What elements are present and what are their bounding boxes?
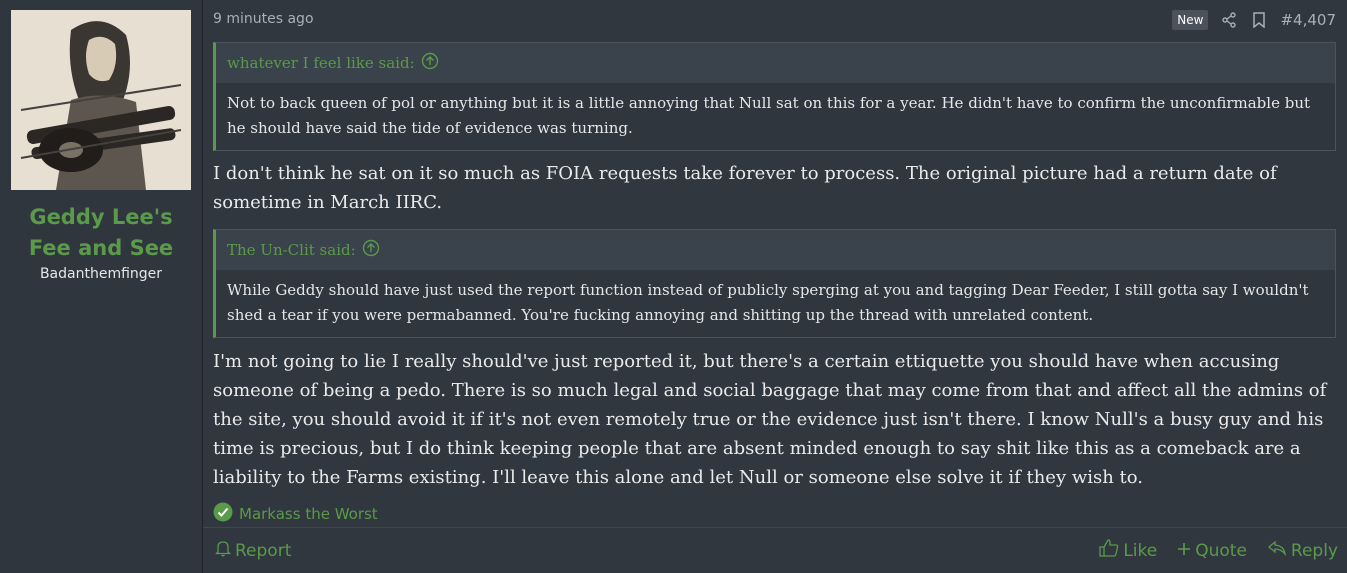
post-timestamp[interactable]: 9 minutes ago [213, 11, 314, 27]
reaction-bar[interactable]: Markass the Worst [213, 502, 1347, 526]
share-icon[interactable] [1220, 11, 1238, 29]
quote-block: The Un-Clit said: While Geddy should hav… [213, 229, 1336, 338]
post-header: 9 minutes ago New #4,407 [203, 0, 1347, 42]
quote-header[interactable]: whatever I feel like said: [216, 43, 1335, 83]
post-actions: Like Quote Reply [1099, 539, 1338, 562]
quote-author[interactable]: The Un-Clit said: [227, 241, 356, 259]
quote-header[interactable]: The Un-Clit said: [216, 230, 1335, 270]
checkmark-circle-icon [213, 502, 233, 526]
quote-text: While Geddy should have just used the re… [216, 270, 1335, 337]
post-main: 9 minutes ago New #4,407 whatever I feel… [203, 0, 1347, 573]
like-label: Like [1123, 540, 1158, 561]
bookmark-icon[interactable] [1250, 11, 1268, 29]
bell-icon [214, 539, 232, 562]
post-number[interactable]: #4,407 [1280, 11, 1336, 29]
quote-label: Quote [1195, 540, 1247, 561]
quote-button[interactable]: Quote [1177, 539, 1247, 562]
report-label: Report [235, 540, 292, 561]
post-header-actions: New #4,407 [1172, 10, 1336, 30]
arrow-up-circle-icon[interactable] [362, 239, 380, 261]
username[interactable]: Geddy Lee's Fee and See [6, 202, 196, 264]
quote-text: Not to back queen of pol or anything but… [216, 83, 1335, 150]
arrow-up-circle-icon[interactable] [421, 52, 439, 74]
post-message-paragraph: I don't think he sat on it so much as FO… [213, 163, 1277, 213]
forum-post: Geddy Lee's Fee and See Badanthemfinger … [0, 0, 1347, 573]
report-button[interactable]: Report [214, 539, 292, 562]
user-sidebar: Geddy Lee's Fee and See Badanthemfinger [0, 0, 203, 573]
user-title: Badanthemfinger [39, 266, 163, 282]
user-avatar[interactable] [11, 10, 191, 190]
reaction-user[interactable]: Markass the Worst [239, 505, 378, 523]
new-badge: New [1172, 10, 1209, 30]
like-button[interactable]: Like [1099, 539, 1157, 562]
post-footer: Report Like Quote Reply [203, 527, 1347, 573]
post-message-paragraph: I'm not going to lie I really should've … [213, 351, 1327, 488]
quote-block: whatever I feel like said: Not to back q… [213, 42, 1336, 151]
thumbs-up-icon [1099, 539, 1119, 562]
reply-arrow-icon [1267, 540, 1287, 561]
quote-author[interactable]: whatever I feel like said: [227, 54, 415, 72]
reply-label: Reply [1290, 540, 1338, 561]
reply-button[interactable]: Reply [1267, 539, 1338, 562]
plus-icon [1177, 541, 1191, 561]
